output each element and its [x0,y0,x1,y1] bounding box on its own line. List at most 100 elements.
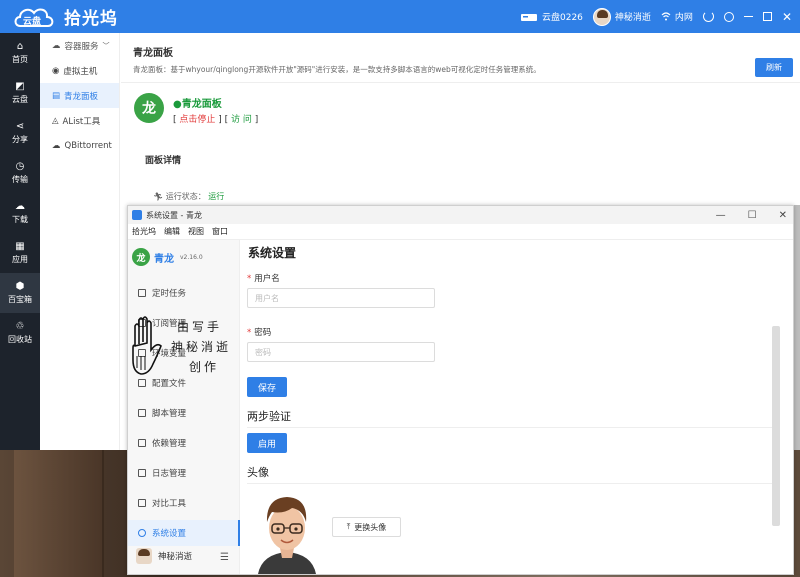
subnav-label: 容器服务 [64,41,99,52]
nav-share[interactable]: ⋖ 分享 [0,113,40,153]
nav-cloud-drive[interactable]: ◩ 云盘 [0,73,40,113]
watermark-line3: 创作 [189,360,220,374]
avatar-illustration [248,488,326,574]
nav-label: 分享 [12,134,28,144]
subnav-vm[interactable]: ◉ 虚拟主机 [40,58,119,83]
deps-icon [138,439,146,447]
password-label: * 密码 [247,328,272,338]
window-close-icon[interactable]: ✕ [779,210,787,221]
upload-label: 更换头像 [354,522,387,532]
settings-window: 系统设置 - 青龙 — ☐ ✕ 拾光坞 编辑 视图 窗口 龙 青龙 v2.16.… [127,205,794,575]
ws-nav-label: 日志管理 [152,469,187,479]
ws-nav-settings[interactable]: 系统设置 [128,520,240,546]
subnav-label: 青龙面板 [64,91,99,102]
nav-label: 应用 [12,254,28,264]
running-icon: 🏃︎ [153,192,164,201]
divider [247,483,777,484]
maximize-icon[interactable] [762,12,772,21]
nav-recycle[interactable]: ♲ 回收站 [0,313,40,353]
menu-view[interactable]: 视图 [188,226,204,237]
sub-nav: ☁ 容器服务 ﹀ ◉ 虚拟主机 ▤ 青龙面板 ◬ AList工具 ☁ QBittorrent [40,33,120,450]
brand[interactable]: 云盘 拾光坞 [12,0,118,33]
username-input[interactable]: 用户名 [247,288,435,308]
username-label-text: 用户名 [254,274,280,284]
window-maximize-icon[interactable]: ☐ [748,210,757,221]
nav-label: 首页 [12,54,28,64]
ws-nav-label: 对比工具 [152,499,187,509]
apps-icon: ▦ [15,240,25,252]
divider [121,82,800,83]
app-name: 青龙 [154,253,174,265]
qbit-icon: ☁ [52,140,61,151]
ws-nav-diff[interactable]: 对比工具 [128,490,240,516]
ws-nav-label: 脚本管理 [152,409,187,419]
menu-edit[interactable]: 编辑 [164,226,180,237]
share-icon: ⋖ [15,120,25,132]
nav-toolbox[interactable]: ⬢ 百宝箱 [0,273,40,313]
close-icon[interactable]: ✕ [782,11,792,23]
window-minimize-icon[interactable]: — [716,210,726,221]
stop-link[interactable]: 点击停止 [179,115,215,125]
ws-nav-cron[interactable]: 定时任务 [128,280,240,306]
ws-nav-label: 依赖管理 [152,439,187,449]
scrollbar[interactable] [772,326,780,526]
ws-nav-logs[interactable]: 日志管理 [128,460,240,486]
brand-cloud-text: 云盘 [23,16,42,27]
divider [247,427,777,428]
settings-title: 系统设置 [248,246,297,260]
enable-2fa-button[interactable]: 启用 [247,433,287,453]
nav-label: 云盘 [12,94,28,104]
settings-icon[interactable] [723,11,734,22]
avatar-title: 头像 [247,466,269,479]
menu-app[interactable]: 拾光坞 [132,226,156,237]
recycle-icon: ♲ [15,320,25,332]
ws-user[interactable]: 神秘消逝 [136,548,192,564]
nav-home[interactable]: ⌂ 首页 [0,33,40,73]
window-titlebar[interactable]: 系统设置 - 青龙 — ☐ ✕ [128,206,793,224]
subnav-alist[interactable]: ◬ AList工具 [40,108,119,133]
menu-window[interactable]: 窗口 [212,226,228,237]
hand-icon [132,316,162,375]
page-description: 青龙面板：基于whyour/qinglong开源软件开放"源码"进行安装，是一款… [133,65,541,74]
save-button[interactable]: 保存 [247,377,287,397]
panel-name: ●青龙面板 [173,99,222,110]
disk-selector[interactable]: 云盘0226 [520,10,583,23]
subnav-container-service[interactable]: ☁ 容器服务 ﹀ [40,33,119,58]
visit-link[interactable]: 访 问 [231,115,252,125]
gear-icon [138,529,146,537]
nav-apps[interactable]: ▦ 应用 [0,233,40,273]
upload-avatar-button[interactable]: ⤒ 更换头像 [332,517,401,537]
subnav-qinglong[interactable]: ▤ 青龙面板 [40,83,119,108]
ws-nav-deps[interactable]: 依赖管理 [128,430,240,456]
logs-icon [138,469,146,477]
background-door [14,450,104,577]
refresh-icon[interactable] [702,11,714,22]
download-icon: ☁ [15,200,25,212]
settings-main: 系统设置 * 用户名 用户名 * 密码 密码 保存 两步验证 启用 头像 ⤒ 更… [240,240,793,574]
refresh-button[interactable]: 刷新 [755,58,793,77]
ws-nav-script[interactable]: 脚本管理 [128,400,240,426]
window-menubar: 拾光坞 编辑 视图 窗口 [128,224,793,240]
nav-label: 下载 [12,214,28,224]
disk-icon [521,13,537,21]
subnav-label: 虚拟主机 [63,66,98,77]
minimize-icon[interactable] [743,15,753,18]
collapse-icon[interactable]: ☰ [220,552,229,563]
user-menu[interactable]: 神秘消逝 [592,7,651,26]
nav-transfer[interactable]: ◷ 传输 [0,153,40,193]
subnav-qbittorrent[interactable]: ☁ QBittorrent [40,133,119,158]
window-sidebar: 龙 青龙 v2.16.0 定时任务 订阅管理 环境变量 配置文件 脚本管理 依赖… [128,240,240,574]
status-label: 运行状态： [165,192,206,201]
transfer-icon: ◷ [15,160,25,172]
status-row: 🏃︎ 运行状态： 运行 [153,191,224,202]
nav-download[interactable]: ☁ 下载 [0,193,40,233]
chevron-down-icon: ﹀ [102,41,110,50]
brand-title: 拾光坞 [64,9,118,29]
subnav-label: AList工具 [62,116,101,127]
top-bar: 云盘 拾光坞 云盘0226 神秘消逝 内网 ✕ [0,0,800,33]
subnav-label: QBittorrent [64,140,112,151]
network-status[interactable]: 内网 [661,10,693,23]
app-version: v2.16.0 [180,253,203,261]
brand-cloud-logo: 云盘 [12,4,58,30]
password-input[interactable]: 密码 [247,342,435,362]
